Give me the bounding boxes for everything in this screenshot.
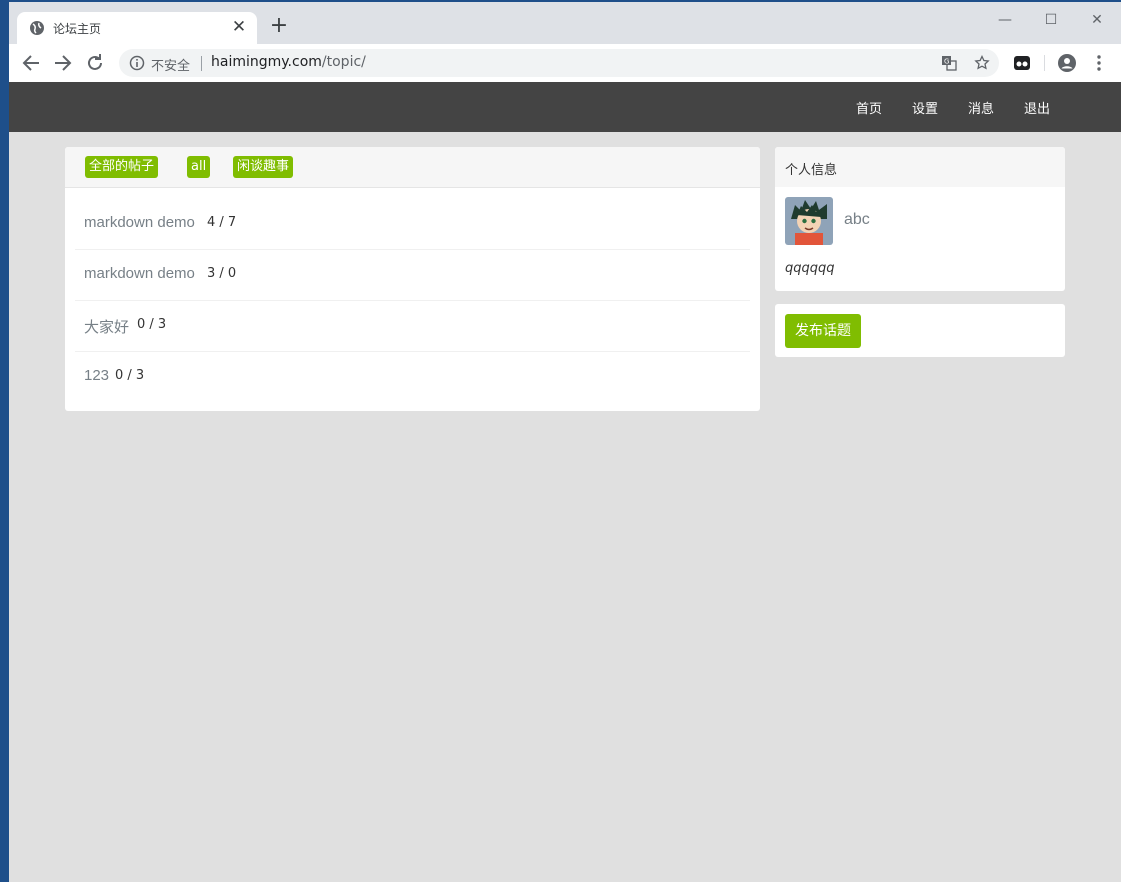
reply-view-count: 0 / 3 [115, 368, 145, 383]
tab-strip: 论坛主页 ✕ + — ☐ ✕ [9, 2, 1121, 44]
profile-header: 个人信息 [775, 147, 1065, 187]
star-icon[interactable] [974, 55, 990, 71]
nav-home[interactable]: 首页 [856, 98, 882, 117]
avatar[interactable] [785, 197, 833, 245]
minimize-icon[interactable]: — [982, 6, 1028, 34]
tab-title: 论坛主页 [53, 22, 102, 36]
nav-messages[interactable]: 消息 [968, 98, 994, 117]
divider [201, 56, 202, 71]
nav-settings[interactable]: 设置 [912, 98, 938, 117]
info-icon[interactable] [129, 55, 145, 71]
new-tab-button[interactable]: + [267, 14, 291, 38]
publish-topic-button[interactable]: 发布话题 [785, 314, 861, 348]
topic-list-panel: 全部的帖子 all 闲谈趣事 markdown demo 4 / 7 markd… [65, 147, 760, 411]
browser-window: 论坛主页 ✕ + — ☐ ✕ 不安全 haimingmy.com/topic/ [9, 2, 1121, 882]
list-item: markdown demo 3 / 0 [75, 249, 750, 301]
tab-all-posts[interactable]: 全部的帖子 [85, 156, 159, 178]
publish-panel: 发布话题 [775, 304, 1065, 357]
topic-link[interactable]: 大家好 [84, 316, 129, 337]
window-close-icon[interactable]: ✕ [1074, 6, 1120, 34]
reload-icon[interactable] [83, 51, 107, 75]
tab-chat[interactable]: 闲谈趣事 [233, 156, 294, 178]
svg-text:G: G [944, 58, 949, 66]
maximize-icon[interactable]: ☐ [1028, 6, 1074, 34]
extension-icon[interactable] [1012, 53, 1032, 73]
profile-panel: 个人信息 abc qqqqqq [775, 147, 1065, 291]
topic-link[interactable]: markdown demo [84, 265, 195, 282]
menu-dots-icon[interactable] [1089, 53, 1109, 73]
toolbar-divider [1044, 55, 1045, 71]
list-item: 123 0 / 3 [75, 351, 750, 402]
translate-icon[interactable]: G [941, 55, 957, 71]
security-label: 不安全 [151, 59, 191, 74]
nav-logout[interactable]: 退出 [1024, 98, 1050, 117]
list-item: markdown demo 4 / 7 [75, 198, 750, 250]
profile-header-title: 个人信息 [785, 163, 838, 178]
globe-icon [30, 21, 44, 35]
browser-tab[interactable]: 论坛主页 ✕ [17, 12, 257, 44]
topic-link[interactable]: markdown demo [84, 214, 195, 231]
list-item: 大家好 0 / 3 [75, 300, 750, 352]
account-icon[interactable] [1057, 53, 1077, 73]
username[interactable]: abc [844, 211, 870, 229]
site-header: 首页 设置 消息 退出 [9, 82, 1121, 132]
address-bar[interactable]: 不安全 haimingmy.com/topic/ G [119, 49, 999, 77]
topic-link[interactable]: 123 [84, 367, 109, 384]
url-text[interactable]: haimingmy.com/topic/ [211, 54, 366, 70]
back-arrow-icon[interactable] [19, 51, 43, 75]
browser-toolbar: 不安全 haimingmy.com/topic/ G [9, 44, 1121, 83]
reply-view-count: 3 / 0 [207, 266, 237, 281]
topic-tabs: 全部的帖子 all 闲谈趣事 [65, 147, 760, 188]
signature: qqqqqq [785, 261, 835, 276]
forward-arrow-icon[interactable] [51, 51, 75, 75]
reply-view-count: 4 / 7 [207, 215, 237, 230]
close-icon[interactable]: ✕ [229, 17, 249, 37]
tab-all[interactable]: all [187, 156, 211, 178]
reply-view-count: 0 / 3 [137, 317, 167, 332]
